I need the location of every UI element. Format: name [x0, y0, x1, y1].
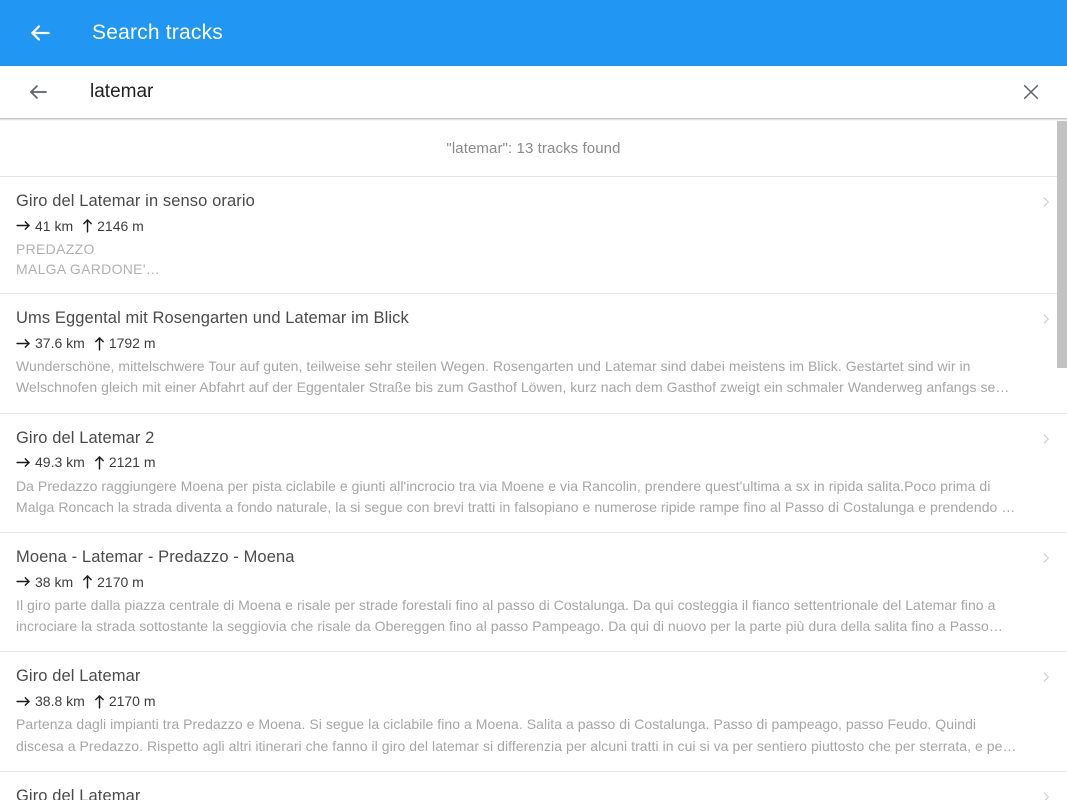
- track-distance: 41 km: [35, 217, 74, 234]
- track-title: Ums Eggental mit Rosengarten und Latemar…: [16, 309, 409, 328]
- track-place-end: MALGA GARDONE'…: [16, 261, 161, 278]
- track-stats: 41 km 2146 m: [16, 217, 1021, 235]
- track-distance: 38 km: [35, 573, 74, 590]
- search-bar: [0, 66, 1067, 118]
- chevron-right-icon: [1039, 551, 1053, 565]
- results-list: "latemar": 13 tracks found Giro del Late…: [0, 121, 1067, 800]
- chevron-right-icon: [1039, 790, 1053, 800]
- track-distance: 49.3 km: [35, 454, 85, 471]
- track-stats: 49.3 km 2121 m: [16, 453, 1021, 471]
- close-icon: [1020, 81, 1042, 103]
- list-item[interactable]: Ums Eggental mit Rosengarten und Latemar…: [0, 294, 1067, 414]
- track-title: Giro del Latemar 2: [16, 428, 155, 447]
- track-elevation: 2170 m: [108, 693, 156, 710]
- track-stats: 37.6 km 1792 m: [16, 334, 1021, 352]
- list-item[interactable]: Giro del Latemar in senso orario 41 km 2…: [0, 177, 1067, 295]
- track-distance: 38.8 km: [35, 693, 85, 710]
- arrow-right-icon: [16, 338, 31, 349]
- arrow-up-icon: [94, 694, 105, 709]
- arrow-right-icon: [16, 696, 31, 707]
- arrow-left-icon: [26, 80, 50, 104]
- track-stats: 38.8 km 2170 m: [16, 692, 1021, 710]
- results-count-label: "latemar": 13 tracks found: [0, 121, 1067, 177]
- scrollbar-thumb[interactable]: [1057, 121, 1067, 368]
- list-item[interactable]: Giro del Latemar 2 49.3 km 2121 m Da Pre…: [0, 413, 1067, 534]
- track-title: Giro del Latemar in senso orario: [16, 192, 255, 210]
- chevron-right-icon: [1039, 195, 1053, 209]
- page-title: Search tracks: [92, 21, 223, 44]
- arrow-right-icon: [16, 576, 31, 587]
- track-description: Da Predazzo raggiungere Moena per pista …: [16, 477, 1016, 515]
- track-description: Il giro parte dalla piazza centrale di M…: [16, 596, 1003, 635]
- search-input[interactable]: [90, 77, 1009, 107]
- arrow-left-icon: [27, 20, 53, 46]
- chevron-right-icon: [1039, 670, 1053, 684]
- track-description: Wunderschöne, mittelschwere Tour auf gut…: [16, 358, 1010, 396]
- scrollbar[interactable]: [1057, 121, 1067, 800]
- arrow-up-icon: [82, 574, 93, 589]
- back-button[interactable]: [16, 9, 64, 57]
- track-elevation: 2170 m: [97, 573, 144, 590]
- track-stats: 38 km 2170 m: [16, 573, 1021, 591]
- track-place-start: PREDAZZO: [16, 240, 95, 257]
- arrow-up-icon: [94, 336, 105, 351]
- track-description: Partenza dagli impianti tra Predazzo e M…: [16, 716, 1017, 754]
- clear-search-button[interactable]: [1009, 70, 1053, 114]
- track-title: Moena - Latemar - Predazzo - Moena: [16, 548, 295, 567]
- arrow-right-icon: [16, 457, 31, 468]
- search-back-button[interactable]: [16, 70, 60, 114]
- app-bar: Search tracks: [0, 0, 1067, 66]
- arrow-up-icon: [94, 455, 105, 470]
- track-title: Giro del Latemar: [16, 667, 141, 686]
- track-elevation: 2146 m: [97, 217, 144, 234]
- chevron-right-icon: [1039, 312, 1053, 326]
- list-item[interactable]: Moena - Latemar - Predazzo - Moena 38 km…: [0, 533, 1067, 653]
- arrow-right-icon: [16, 220, 31, 231]
- track-distance: 37.6 km: [35, 335, 85, 352]
- track-elevation: 1792 m: [108, 335, 156, 352]
- list-item[interactable]: Giro del Latemar: [0, 771, 1067, 800]
- chevron-right-icon: [1039, 432, 1053, 446]
- track-elevation: 2121 m: [108, 454, 156, 471]
- list-item[interactable]: Giro del Latemar 38.8 km 2170 m Partenza…: [0, 652, 1067, 772]
- track-title: Giro del Latemar: [16, 786, 141, 800]
- arrow-up-icon: [82, 218, 93, 233]
